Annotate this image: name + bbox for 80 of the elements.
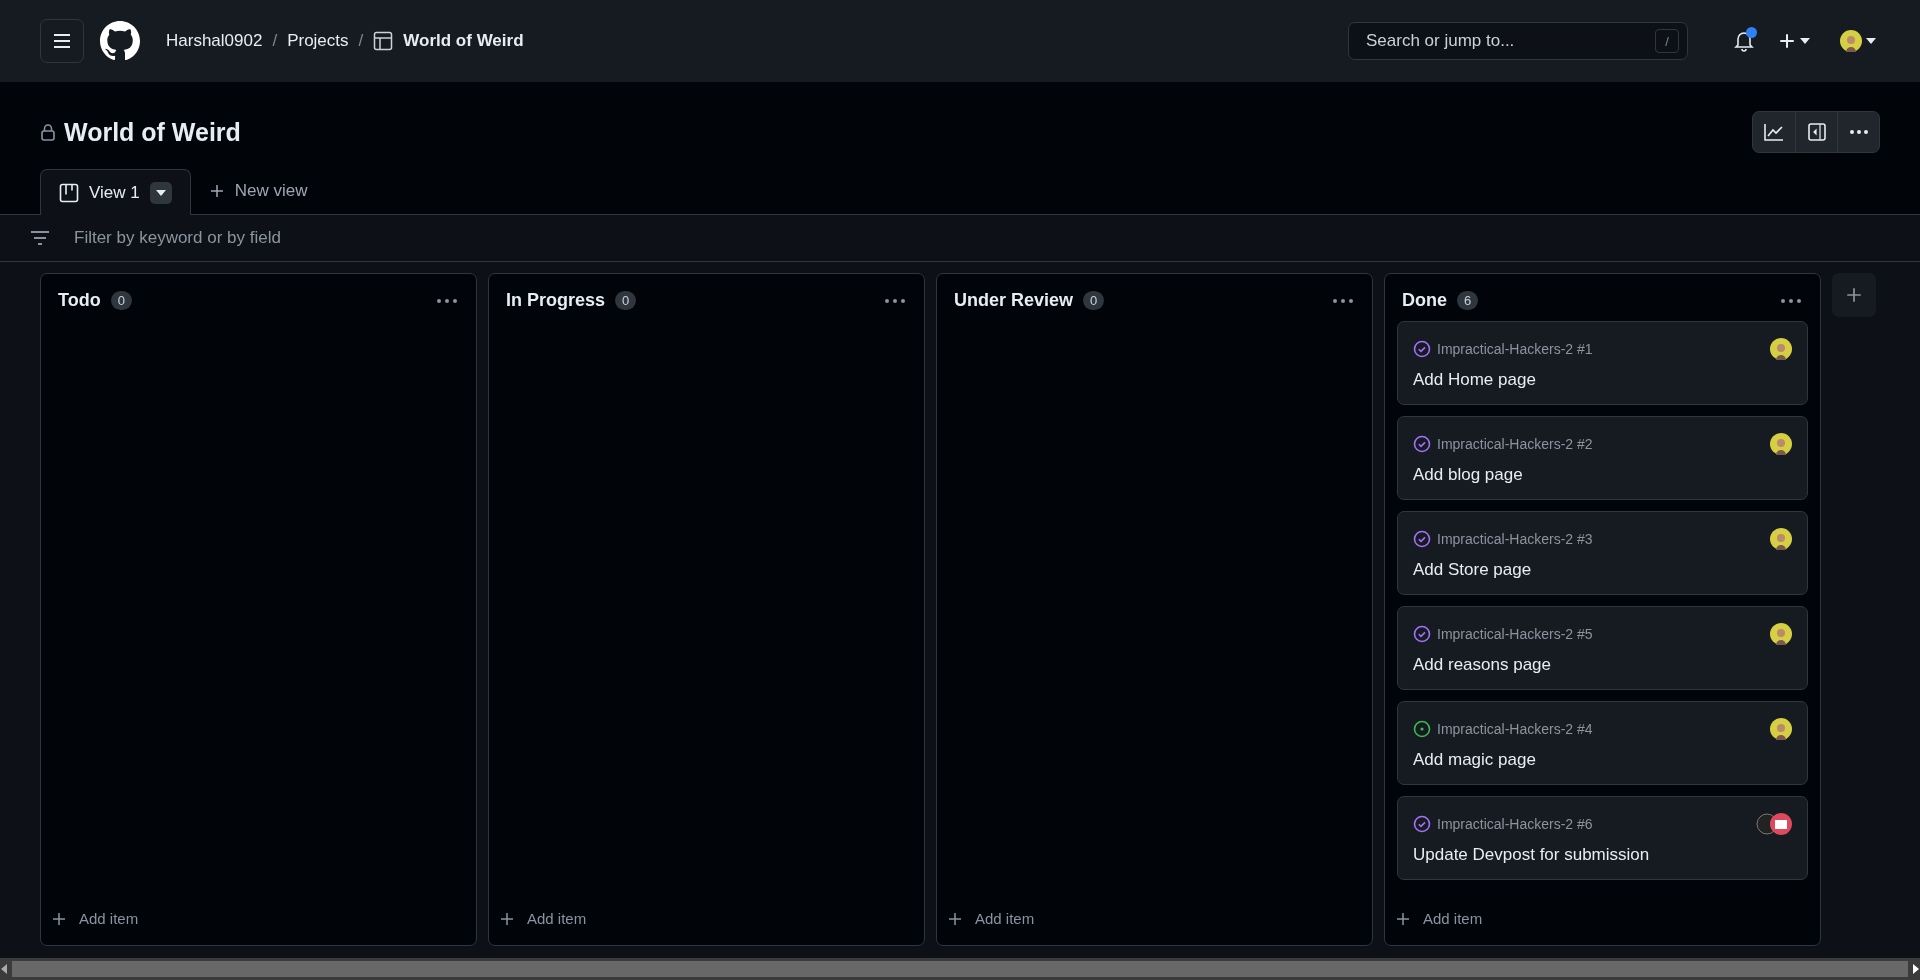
avatar-icon <box>1770 813 1792 835</box>
issue-card[interactable]: Impractical-Hackers-2 #1 Add Home page <box>1397 321 1808 405</box>
avatar-icon <box>1770 528 1792 550</box>
scrollbar-thumb[interactable] <box>12 961 1908 977</box>
item-count: 0 <box>1083 291 1105 310</box>
issue-reference: Impractical-Hackers-2 #1 <box>1437 341 1593 357</box>
plus-icon <box>1845 286 1863 304</box>
octocat-logo-icon[interactable] <box>100 21 140 61</box>
breadcrumb-separator: / <box>358 31 364 51</box>
issue-reference: Impractical-Hackers-2 #3 <box>1437 531 1593 547</box>
view-tab[interactable]: View 1 <box>40 169 191 215</box>
caret-icon <box>1800 38 1810 44</box>
issue-title[interactable]: Add Home page <box>1413 370 1792 390</box>
issue-title[interactable]: Update Devpost for submission <box>1413 845 1792 865</box>
scroll-right-icon[interactable] <box>1912 964 1920 974</box>
breadcrumb-link[interactable]: Harshal0902 <box>166 31 263 51</box>
issue-card[interactable]: Impractical-Hackers-2 #4 Add magic page <box>1397 701 1808 785</box>
search-input[interactable]: Search or jump to... <box>1364 30 1655 52</box>
issue-title[interactable]: Add blog page <box>1413 465 1792 485</box>
more-icon <box>1332 297 1354 304</box>
add-column-button[interactable] <box>1832 273 1876 317</box>
plus-icon <box>51 910 67 927</box>
item-count: 6 <box>1457 291 1479 310</box>
issue-card[interactable]: Impractical-Hackers-2 #2 Add blog page <box>1397 416 1808 500</box>
breadcrumb-separator: / <box>272 31 278 51</box>
filter-icon <box>30 231 50 245</box>
add-item-button[interactable]: Add item <box>1385 896 1820 945</box>
avatar-icon <box>1770 718 1792 740</box>
horizontal-scrollbar[interactable] <box>0 958 1920 980</box>
side-panel-icon <box>1807 123 1826 141</box>
issue-card[interactable]: Impractical-Hackers-2 #5 Add reasons page <box>1397 606 1808 690</box>
more-icon <box>1848 129 1869 135</box>
issue-title[interactable]: Add reasons page <box>1413 655 1792 675</box>
shortcut-key: / <box>1655 29 1679 53</box>
item-count: 0 <box>110 291 132 310</box>
plus-icon <box>499 910 515 927</box>
issue-card[interactable]: Impractical-Hackers-2 #3 Add Store page <box>1397 511 1808 595</box>
filter-field[interactable]: Filter by keyword or by field <box>0 215 1920 262</box>
caret-icon <box>155 189 166 196</box>
column-title: Done <box>1402 290 1447 311</box>
plus-icon <box>208 183 225 199</box>
line-chart-icon <box>1764 123 1784 141</box>
scroll-left-icon[interactable] <box>0 964 8 974</box>
view-options-button[interactable] <box>149 181 172 204</box>
bell-icon <box>1734 30 1754 52</box>
menu-icon <box>53 34 71 48</box>
avatar-icon <box>1770 338 1792 360</box>
add-item-button[interactable]: Add item <box>489 896 924 945</box>
new-view-button[interactable]: New view <box>190 168 326 214</box>
add-item-button[interactable]: Add item <box>41 896 476 945</box>
column-title: Todo <box>58 290 101 311</box>
avatar-icon <box>1840 30 1862 52</box>
more-icon <box>436 297 458 304</box>
item-count: 0 <box>615 291 637 310</box>
column-title: Under Review <box>954 290 1074 311</box>
breadcrumb-link[interactable]: Projects <box>287 31 349 51</box>
board-icon <box>59 182 79 203</box>
issue-title[interactable]: Add Store page <box>1413 560 1792 580</box>
issue-reference: Impractical-Hackers-2 #2 <box>1437 436 1593 452</box>
filter-input[interactable]: Filter by keyword or by field <box>72 227 1890 249</box>
more-icon <box>884 297 906 304</box>
menu-button[interactable] <box>40 19 84 63</box>
issue-reference: Impractical-Hackers-2 #5 <box>1437 626 1593 642</box>
project-title: World of Weird <box>64 117 241 147</box>
avatar-icon <box>1770 623 1792 645</box>
add-item-button[interactable]: Add item <box>937 896 1372 945</box>
plus-icon <box>1778 32 1796 50</box>
search-field[interactable]: Search or jump to... / <box>1348 22 1688 60</box>
issue-title[interactable]: Add magic page <box>1413 750 1792 770</box>
breadcrumb-link[interactable]: World of Weird <box>403 31 524 51</box>
issue-card[interactable]: Impractical-Hackers-2 #6 Update Devpost for submission <box>1397 796 1808 880</box>
plus-icon <box>1395 910 1411 927</box>
more-icon <box>1780 297 1802 304</box>
issue-reference: Impractical-Hackers-2 #6 <box>1437 816 1593 832</box>
issue-reference: Impractical-Hackers-2 #4 <box>1437 721 1593 737</box>
plus-icon <box>947 910 963 927</box>
avatar-icon <box>1770 433 1792 455</box>
table-icon <box>373 31 394 51</box>
column-title: In Progress <box>506 290 606 311</box>
caret-icon <box>1866 38 1876 44</box>
